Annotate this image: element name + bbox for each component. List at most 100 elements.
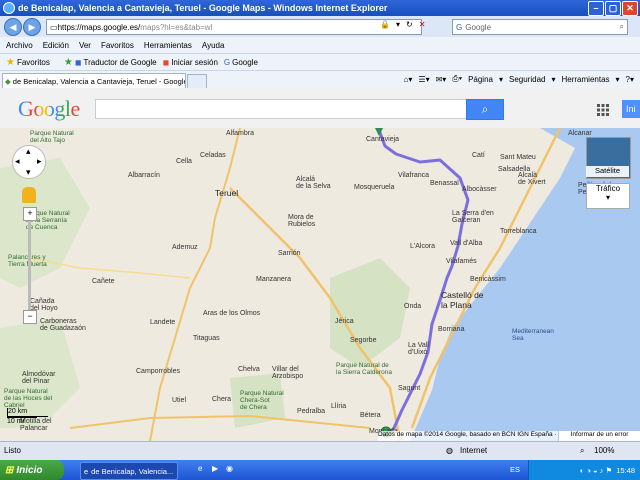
apps-grid-icon[interactable] [597, 104, 609, 116]
quicklaunch-firefox-icon[interactable]: ◉ [226, 464, 233, 473]
map-label: Alcalá de la Selva [296, 176, 331, 190]
map-label: Bétera [360, 412, 381, 419]
close-button[interactable]: ✕ [622, 1, 638, 16]
map-label: Sarrión [278, 250, 301, 257]
zoom-out-button[interactable]: − [23, 310, 37, 324]
page-icon: ▭ [50, 22, 58, 32]
task-label: de Benicalap, Valencia... [91, 466, 174, 476]
report-error-link[interactable]: Informar de un error [559, 431, 640, 441]
zoom-in-button[interactable]: + [23, 207, 37, 221]
signin-label: Ini [626, 104, 636, 114]
map-label: Vall d'Alba [450, 240, 483, 247]
menu-archivo[interactable]: Archivo [6, 41, 33, 50]
map-canvas[interactable]: Parque Natural del Alto Tajo Albarracín Ce… [0, 128, 640, 441]
feeds-icon[interactable]: ☰▾ [418, 75, 429, 84]
map-label: Chera [212, 396, 232, 403]
maximize-button[interactable]: ▢ [605, 1, 621, 16]
add-favorite-icon: ★ [63, 57, 73, 68]
map-label: Sant Mateu [500, 154, 536, 161]
map-label: Sagunt [398, 385, 421, 392]
menu-edicion[interactable]: Edición [43, 41, 69, 50]
menu-ayuda[interactable]: Ayuda [202, 41, 225, 50]
print-icon[interactable]: ⎙▾ [452, 74, 462, 84]
favorites-button[interactable]: ★ Favoritos [6, 57, 50, 68]
tab-google-maps[interactable]: ◆ de Benicalap, Valencia a Cantavieja, T… [2, 73, 186, 89]
pan-up-icon[interactable]: ▴ [26, 146, 31, 157]
fav-traductor-label: Traductor de Google [83, 58, 157, 67]
map-label: Cañete [92, 278, 115, 285]
taskbar: ⊞ Inicio e de Benicalap, Valencia... e ▶ ◉… [0, 460, 640, 480]
pan-left-icon[interactable]: ◂ [15, 156, 20, 167]
home-icon[interactable]: ⌂▾ [404, 75, 413, 84]
scale-line: 20 km [7, 408, 48, 417]
map-label: Onda [404, 303, 422, 310]
new-tab-button[interactable] [187, 74, 207, 89]
tab-bar: ◆ de Benicalap, Valencia a Cantavieja, T… [0, 70, 640, 89]
zoom-slider-track[interactable] [28, 207, 31, 317]
search-box[interactable]: G Google ⌕ [452, 19, 628, 35]
search-icon[interactable]: ⌕ [620, 22, 624, 32]
map-label: Cantavieja [366, 136, 400, 143]
map-label: Camporrobles [136, 368, 180, 375]
menu-ver[interactable]: Ver [79, 41, 91, 50]
signin-button[interactable]: Ini [622, 100, 640, 118]
url-rest: maps?hl=es&tab=wl [140, 22, 213, 32]
taskbar-ie-window[interactable]: e de Benicalap, Valencia... [80, 462, 178, 480]
back-button[interactable]: ◀ [4, 18, 22, 36]
cmd-seguridad[interactable]: Seguridad [509, 75, 545, 84]
clock: 15:48 [616, 465, 635, 475]
map-label: Jérica [335, 318, 354, 325]
ie-icon [3, 2, 15, 14]
tray-icons[interactable]: ◐ ◑ ◒ ♪ ⚑ [580, 466, 612, 475]
favorites-bar: ★ Favoritos ★ ◼ Traductor de Google ◼ Inicia… [0, 53, 640, 71]
pan-control[interactable]: ▴ ▾ ◂ ▸ [12, 145, 46, 179]
traffic-button[interactable]: Tráfico ▾ [586, 183, 630, 209]
fav-traductor[interactable]: ★ ◼ Traductor de Google [64, 57, 157, 68]
pan-down-icon[interactable]: ▾ [26, 167, 31, 178]
stop-icon[interactable]: ✕ [419, 20, 426, 29]
fav-google-label: Google [232, 58, 258, 67]
menu-herramientas[interactable]: Herramientas [144, 41, 192, 50]
search-placeholder: Google [465, 22, 492, 32]
quicklaunch-media-icon[interactable]: ▶ [212, 464, 218, 473]
window-title: de Benicalap, Valencia a Cantavieja, Ter… [18, 3, 388, 13]
forward-button[interactable]: ▶ [23, 18, 41, 36]
maps-search-button[interactable]: ⌕ [466, 99, 504, 120]
map-label: Alcanar [568, 130, 592, 137]
cmd-pagina[interactable]: Página [468, 75, 493, 84]
street-view-pegman-icon[interactable] [22, 187, 36, 203]
url-field[interactable]: ▭ https://maps.google.es/maps?hl=es&tab=… [46, 19, 422, 35]
cmd-herramientas[interactable]: Herramientas [562, 75, 610, 84]
highway [149, 128, 241, 441]
maps-search-input[interactable] [95, 99, 467, 119]
google-logo[interactable]: Google [18, 96, 80, 122]
menu-bar: Archivo Edición Ver Favoritos Herramient… [0, 37, 640, 53]
dropdown-icon[interactable]: ▾ [396, 20, 400, 29]
map-label: Landete [150, 319, 176, 326]
zoom-level[interactable]: 100% [594, 446, 614, 455]
refresh-icon[interactable]: ↻ [406, 20, 413, 29]
start-label: Inicio [16, 464, 43, 476]
map-label: Chelva [238, 366, 260, 373]
map-label: Torreblanca [500, 228, 537, 235]
map-label: La Serra d'en Galceran [452, 210, 494, 224]
quicklaunch-ie-icon[interactable]: e [198, 464, 202, 473]
help-icon[interactable]: ?▾ [626, 75, 634, 84]
map-label: Alfambra [226, 130, 255, 137]
zoom-icon[interactable]: ⌕ [580, 446, 584, 456]
fav-google[interactable]: G Google [224, 58, 258, 67]
traffic-label: Tráfico [595, 184, 621, 193]
map-label: Parque Natural del Alto Tajo [30, 130, 74, 144]
lock-icon[interactable]: 🔒 [380, 20, 390, 29]
fav-iniciar[interactable]: ◼ Iniciar sesión [163, 58, 218, 67]
language-indicator[interactable]: ES [510, 465, 520, 474]
minimize-button[interactable]: – [588, 1, 604, 16]
command-bar: ⌂▾ ☰▾ ✉▾ ⎙▾ Página ▾ Seguridad ▾ Herramien… [404, 74, 634, 84]
pan-right-icon[interactable]: ▸ [37, 156, 42, 167]
menu-favoritos[interactable]: Favoritos [101, 41, 134, 50]
fav-iniciar-label: Iniciar sesión [171, 58, 218, 67]
mail-icon[interactable]: ✉▾ [436, 75, 447, 84]
satellite-label[interactable]: Satélite [586, 166, 629, 177]
map-label: Parque Natural Chera-Sot de Chera [240, 390, 284, 411]
start-button[interactable]: ⊞ Inicio [0, 460, 64, 480]
